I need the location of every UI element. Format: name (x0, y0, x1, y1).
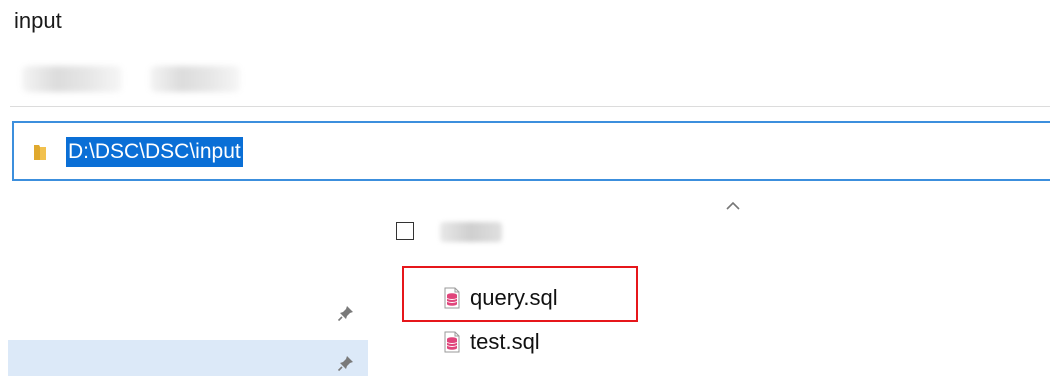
file-item-query[interactable]: query.sql (444, 282, 558, 314)
file-name: query.sql (470, 285, 558, 310)
file-explorer-window: input D:\DSC\DSC\input query.sql test.sq… (0, 0, 1050, 376)
sql-file-icon (444, 287, 460, 309)
pin-icon[interactable] (335, 304, 357, 326)
file-list-pane: query.sql test.sql (368, 198, 1050, 376)
window-title: input (14, 8, 62, 33)
ribbon-tab-blurred[interactable] (22, 66, 122, 92)
address-bar[interactable]: D:\DSC\DSC\input (12, 121, 1050, 181)
folder-icon (34, 145, 46, 160)
column-header-blurred[interactable] (440, 222, 502, 242)
file-name: test.sql (470, 329, 540, 354)
navigation-pane (0, 198, 368, 376)
pin-icon[interactable] (335, 354, 357, 376)
file-item-test[interactable]: test.sql (444, 326, 540, 358)
sql-file-icon (444, 331, 460, 353)
ribbon-divider (10, 106, 1050, 107)
select-all-checkbox[interactable] (396, 222, 414, 240)
chevron-up-icon[interactable] (723, 198, 743, 214)
ribbon-tab-blurred[interactable] (150, 66, 240, 92)
address-path-input[interactable]: D:\DSC\DSC\input (66, 137, 243, 167)
nav-item-selected[interactable] (8, 340, 368, 376)
ribbon-tabs (0, 62, 1050, 102)
